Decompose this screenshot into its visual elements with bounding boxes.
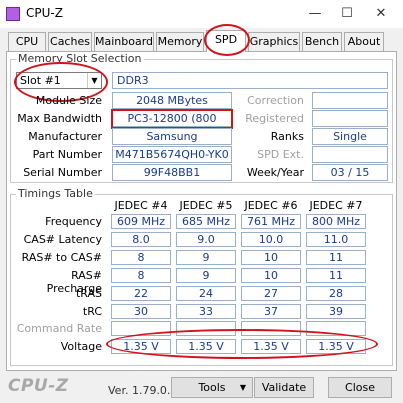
timings-cell: 30 (111, 304, 171, 319)
timings-row-label: CAS# Latency (23, 233, 102, 246)
timings-cell: 24 (176, 286, 236, 301)
timings-cell: 10 (241, 268, 301, 283)
registered-label: Registered (245, 112, 304, 125)
tab-bench[interactable]: Bench (302, 32, 342, 51)
part-number-value: M471B5674QH0-YK0 (112, 146, 232, 163)
spd-ext-label: SPD Ext. (257, 148, 304, 161)
timings-cell: 11.0 (306, 232, 366, 247)
timings-cell: 9 (176, 250, 236, 265)
window-title: CPU-Z (26, 6, 63, 20)
correction-label: Correction (247, 94, 304, 107)
tab-mainboard[interactable]: Mainboard (94, 32, 154, 51)
highlight-voltage-row (106, 329, 378, 359)
ranks-label: Ranks (270, 130, 304, 143)
ranks-value: Single (312, 128, 388, 145)
timings-cell: 33 (176, 304, 236, 319)
module-size-label: Module Size (35, 94, 102, 107)
timings-cell: 22 (111, 286, 171, 301)
timings-cell: 28 (306, 286, 366, 301)
serial-number-value: 99F48BB1 (112, 164, 232, 181)
timings-cell: 685 MHz (176, 214, 236, 229)
close-window-button[interactable]: ✕ (366, 4, 396, 24)
timings-cell: 10 (241, 250, 301, 265)
tab-about[interactable]: About (344, 32, 384, 51)
cpu-z-app-icon (6, 7, 20, 21)
timings-row-label: tRC (82, 305, 102, 318)
timings-cell: 39 (306, 304, 366, 319)
tab-cpu[interactable]: CPU (8, 32, 46, 51)
module-size-value: 2048 MBytes (112, 92, 232, 109)
tab-graphics[interactable]: Graphics (248, 32, 300, 51)
chevron-down-icon: ▼ (239, 383, 246, 392)
tools-button[interactable]: Tools ▼ (171, 377, 253, 398)
timings-row-label: Voltage (60, 340, 102, 353)
timings-cell: 800 MHz (306, 214, 366, 229)
timings-cell: 27 (241, 286, 301, 301)
spd-ext-value (312, 146, 388, 163)
maximize-button[interactable]: ☐ (332, 4, 362, 24)
registered-value (312, 110, 388, 127)
tools-button-label: Tools (198, 381, 226, 394)
timings-row-label: Command Rate (16, 322, 102, 335)
timings-row-label: tRAS (75, 287, 102, 300)
close-button[interactable]: Close (328, 377, 392, 398)
timings-column-header: JEDEC #6 (244, 199, 298, 212)
timings-column-header: JEDEC #5 (179, 199, 233, 212)
timings-cell: 9 (176, 268, 236, 283)
timings-table-group-title: Timings Table (16, 187, 95, 200)
correction-value (312, 92, 388, 109)
timings-row-label: RAS# to CAS# (21, 251, 102, 264)
timings-cell: 10.0 (241, 232, 301, 247)
highlight-spd-tab (204, 24, 250, 56)
timings-row-label: Frequency (45, 215, 102, 228)
max-bandwidth-label: Max Bandwidth (17, 112, 102, 125)
manufacturer-value: Samsung (112, 128, 232, 145)
timings-cell: 761 MHz (241, 214, 301, 229)
cpu-z-logo: CPU-Z (8, 376, 69, 396)
timings-column-header: JEDEC #7 (309, 199, 363, 212)
week-year-value: 03 / 15 (312, 164, 388, 181)
timings-cell: 9.0 (176, 232, 236, 247)
timings-cell: 37 (241, 304, 301, 319)
validate-button[interactable]: Validate (254, 377, 314, 398)
tab-memory[interactable]: Memory (156, 32, 204, 51)
timings-column-header: JEDEC #4 (114, 199, 168, 212)
highlight-max-bandwidth (111, 109, 233, 129)
minimize-button[interactable]: — (300, 4, 330, 24)
timings-cell: 8.0 (111, 232, 171, 247)
tab-caches[interactable]: Caches (48, 32, 92, 51)
timings-cell: 8 (111, 268, 171, 283)
timings-cell: 11 (306, 268, 366, 283)
memory-type-value: DDR3 (112, 72, 388, 89)
timings-cell: 11 (306, 250, 366, 265)
serial-number-label: Serial Number (23, 166, 102, 179)
timings-cell: 8 (111, 250, 171, 265)
part-number-label: Part Number (32, 148, 102, 161)
manufacturer-label: Manufacturer (28, 130, 102, 143)
week-year-label: Week/Year (246, 166, 304, 179)
timings-cell: 609 MHz (111, 214, 171, 229)
